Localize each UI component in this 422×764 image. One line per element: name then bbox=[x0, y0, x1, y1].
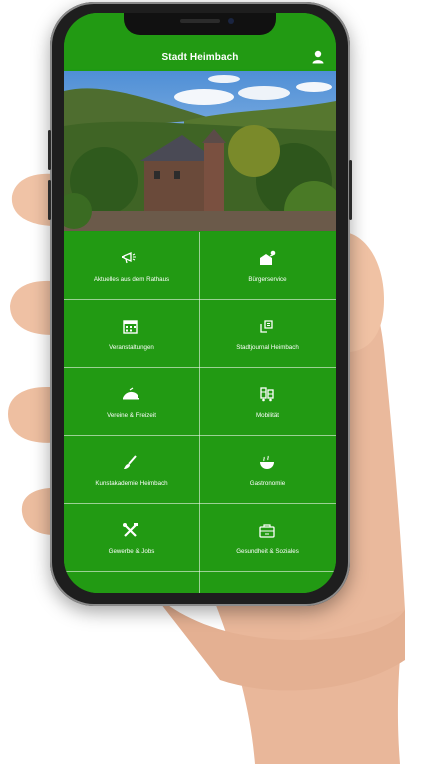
tile-stadtjournal[interactable]: Stadtjournal Heimbach bbox=[200, 300, 335, 367]
hero-image bbox=[64, 71, 336, 231]
divider bbox=[64, 571, 336, 572]
volume-button bbox=[48, 130, 51, 170]
tile-label: Kunstakademie Heimbach bbox=[95, 480, 168, 487]
menu-grid: Aktuelles aus dem Rathaus Bürgerservice … bbox=[64, 232, 336, 593]
tile-veranstaltungen[interactable]: Veranstaltungen bbox=[64, 300, 199, 367]
tile-label: Gesundheit & Soziales bbox=[236, 548, 299, 555]
tile-vereine[interactable]: Vereine & Freizeit bbox=[64, 368, 199, 435]
tile-label: Stadtjournal Heimbach bbox=[236, 344, 299, 351]
tile-buergerservice[interactable]: Bürgerservice bbox=[200, 232, 335, 299]
brush-icon bbox=[124, 455, 137, 469]
health-icon bbox=[259, 524, 275, 538]
tile-label: Gastronomie bbox=[249, 480, 286, 487]
tile-mobilitaet[interactable]: Mobilität bbox=[200, 368, 335, 435]
mobility-icon bbox=[260, 387, 274, 402]
tile-kunstakademie[interactable]: Kunstakademie Heimbach bbox=[64, 436, 199, 503]
notch bbox=[124, 13, 276, 35]
user-icon[interactable] bbox=[312, 50, 324, 64]
volume-button bbox=[48, 180, 51, 220]
power-button bbox=[349, 160, 352, 220]
tile-gewerbe[interactable]: Gewerbe & Jobs bbox=[64, 504, 199, 571]
front-camera bbox=[228, 18, 234, 24]
tile-gastronomie[interactable]: Gastronomie bbox=[200, 436, 335, 503]
tile-label: Gewerbe & Jobs bbox=[108, 548, 155, 555]
megaphone-icon bbox=[122, 252, 136, 264]
tile-label: Aktuelles aus dem Rathaus bbox=[93, 276, 170, 283]
tile-label: Veranstaltungen bbox=[109, 344, 154, 351]
tools-icon bbox=[123, 523, 138, 537]
journal-icon bbox=[260, 320, 273, 333]
phone-screen: Stadt Heimbach Aktuelles aus dem Rathaus… bbox=[64, 13, 336, 593]
tile-label: Mobilität bbox=[255, 412, 280, 419]
tile-label: Bürgerservice bbox=[248, 276, 287, 283]
tile-aktuelles[interactable]: Aktuelles aus dem Rathaus bbox=[64, 232, 199, 299]
app-title: Stadt Heimbach bbox=[161, 52, 239, 63]
leisure-icon bbox=[123, 387, 139, 400]
citizen-service-icon bbox=[260, 250, 276, 265]
speaker bbox=[180, 19, 220, 23]
food-icon bbox=[260, 455, 274, 469]
tile-label: Vereine & Freizeit bbox=[107, 412, 156, 419]
tile-gesundheit[interactable]: Gesundheit & Soziales bbox=[200, 504, 335, 571]
calendar-icon bbox=[123, 320, 138, 334]
